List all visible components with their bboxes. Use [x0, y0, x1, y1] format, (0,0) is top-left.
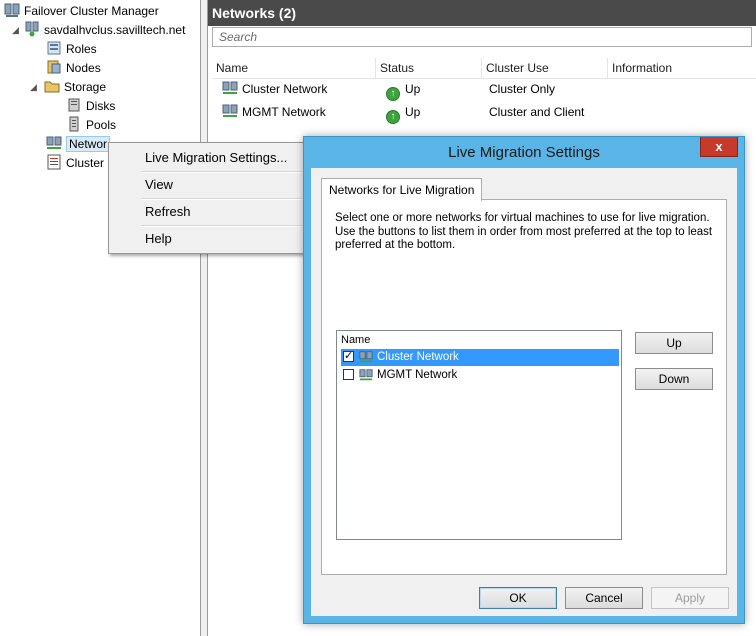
- tree-item-storage[interactable]: ◢ Storage: [30, 78, 106, 96]
- menu-item-live-migration-settings[interactable]: Live Migration Settings...: [111, 145, 303, 171]
- pane-splitter[interactable]: [201, 0, 208, 636]
- tab-panel: Select one or more networks for virtual …: [321, 199, 727, 575]
- menu-item-help[interactable]: Help: [111, 226, 303, 252]
- pane-title: Networks (2): [208, 0, 756, 26]
- cluster-use-cell: Cluster Only: [489, 82, 556, 96]
- up-arrow-icon: ↑: [386, 110, 400, 124]
- storage-folder-icon: [44, 81, 60, 93]
- tree-item-cluster-events[interactable]: Cluster: [46, 154, 104, 172]
- collapse-arrow-icon[interactable]: ◢: [30, 78, 37, 96]
- list-item-label: Cluster Network: [375, 349, 461, 366]
- cluster-events-icon: [47, 154, 61, 170]
- pools-icon: [69, 116, 79, 132]
- tree-label: Roles: [66, 42, 97, 56]
- dialog-body: Networks for Live Migration Select one o…: [311, 168, 737, 616]
- tree-item-nodes[interactable]: Nodes: [46, 59, 101, 77]
- network-name: MGMT Network: [242, 105, 326, 119]
- tree-label: Storage: [64, 80, 107, 94]
- checkbox-cluster-network[interactable]: ✓: [343, 351, 354, 362]
- roles-icon: [47, 41, 61, 55]
- move-up-button[interactable]: Up: [635, 332, 713, 354]
- status-text: Up: [405, 82, 421, 96]
- network-name-cell: Cluster Network: [222, 78, 327, 100]
- column-header-information[interactable]: Information: [608, 58, 756, 78]
- network-icon: [359, 369, 373, 381]
- context-menu: Live Migration Settings... View Refresh …: [108, 142, 306, 254]
- checkbox-mgmt-network[interactable]: [343, 369, 354, 380]
- close-button[interactable]: x: [700, 137, 738, 157]
- network-list[interactable]: Name ✓ Cluster Network MGMT Network: [336, 330, 622, 540]
- tree-item-cluster[interactable]: ◢ savdalhvclus.savilltech.net: [12, 21, 185, 39]
- tree-label: Nodes: [66, 61, 101, 75]
- list-item-mgmt-network[interactable]: MGMT Network: [341, 367, 619, 384]
- live-migration-settings-dialog: Live Migration Settings x Networks for L…: [303, 136, 745, 624]
- status-cell: ↑ Up: [386, 78, 420, 101]
- cluster-icon: [25, 21, 39, 37]
- dialog-title: Live Migration Settings: [448, 144, 600, 161]
- table-row[interactable]: Cluster Network ↑ Up Cluster Only: [212, 78, 756, 101]
- list-item-cluster-network[interactable]: ✓ Cluster Network: [341, 349, 619, 366]
- instructions-text: Select one or more networks for virtual …: [335, 212, 713, 251]
- list-item-label: MGMT Network: [377, 369, 458, 381]
- network-name: Cluster Network: [242, 82, 328, 96]
- column-header-name[interactable]: Name: [212, 58, 376, 78]
- status-text: Up: [405, 105, 421, 119]
- nodes-icon: [47, 60, 61, 74]
- menu-item-refresh[interactable]: Refresh: [111, 199, 303, 225]
- table-row[interactable]: MGMT Network ↑ Up Cluster and Client: [212, 101, 756, 124]
- tree-label: Failover Cluster Manager: [24, 4, 159, 18]
- cluster-manager-icon: [4, 3, 20, 17]
- close-icon: x: [715, 139, 723, 154]
- ok-button[interactable]: OK: [479, 587, 557, 609]
- up-arrow-icon: ↑: [386, 87, 400, 101]
- tree-item-networks[interactable]: Networ: [46, 135, 111, 153]
- column-header-cluster-use[interactable]: Cluster Use: [482, 58, 608, 78]
- collapse-arrow-icon[interactable]: ◢: [12, 21, 19, 39]
- networks-icon: [46, 136, 62, 149]
- tree-label: savdalhvclus.savilltech.net: [44, 23, 186, 37]
- move-down-button[interactable]: Down: [635, 368, 713, 390]
- tree-label: Cluster: [66, 156, 105, 170]
- status-cell: ↑ Up: [386, 101, 420, 124]
- network-name-cell: MGMT Network: [222, 101, 326, 123]
- tree-label: Disks: [86, 99, 116, 113]
- disks-icon: [68, 98, 80, 112]
- tab-networks-for-live-migration[interactable]: Networks for Live Migration: [321, 178, 483, 201]
- network-icon: [222, 81, 238, 94]
- navigation-tree: Failover Cluster Manager ◢ savdalhvclus.…: [0, 0, 201, 636]
- cluster-use-cell: Cluster and Client: [489, 105, 585, 119]
- tree-item-roles[interactable]: Roles: [46, 40, 97, 58]
- tree-item-pools[interactable]: Pools: [66, 116, 116, 134]
- apply-button[interactable]: Apply: [651, 587, 729, 609]
- tree-label: Pools: [86, 118, 117, 132]
- column-header-status[interactable]: Status: [376, 58, 482, 78]
- cancel-button[interactable]: Cancel: [565, 587, 643, 609]
- tree-label: Networ: [66, 136, 111, 152]
- list-header: Name Status Cluster Use Information: [212, 58, 756, 79]
- search-input[interactable]: Search: [212, 27, 752, 47]
- network-icon: [359, 351, 373, 363]
- tree-item-disks[interactable]: Disks: [66, 97, 115, 115]
- network-icon: [222, 104, 238, 117]
- list-column-header-name: Name: [341, 334, 371, 346]
- tree-item-failover-cluster-manager[interactable]: Failover Cluster Manager: [4, 2, 159, 20]
- menu-item-view[interactable]: View: [111, 172, 303, 198]
